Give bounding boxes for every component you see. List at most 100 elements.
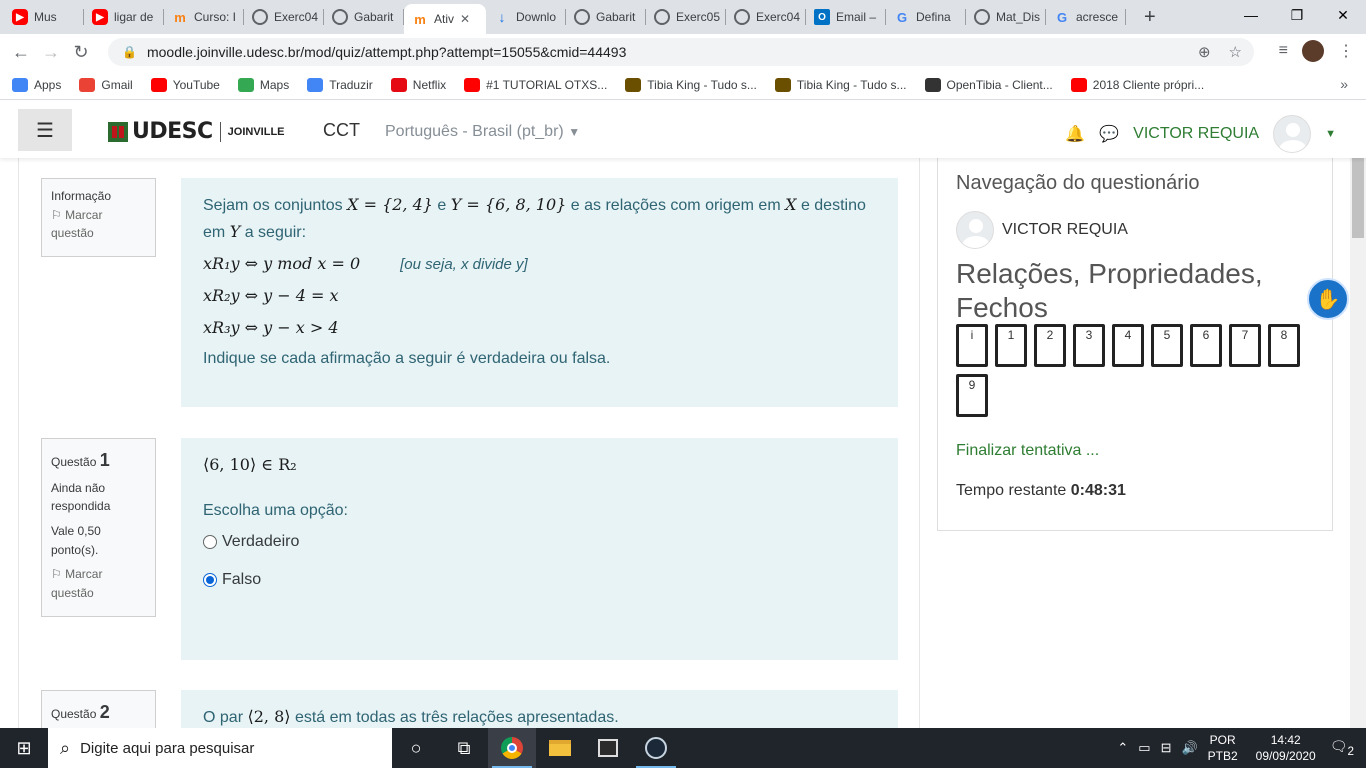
- bookmark-label: OpenTibia - Client...: [946, 77, 1053, 92]
- bookmark-item[interactable]: Tibia King - Tudo s...: [625, 77, 757, 92]
- scrollbar-thumb[interactable]: [1352, 148, 1364, 238]
- bookmark-item[interactable]: Apps: [12, 77, 62, 92]
- quiz-nav-button[interactable]: 5: [1151, 324, 1183, 368]
- browser-tab[interactable]: O Email –: [806, 0, 886, 34]
- lock-icon[interactable]: 🔒: [122, 45, 137, 59]
- bookmark-item[interactable]: YouTube: [150, 77, 220, 92]
- bookmark-item[interactable]: 2018 Cliente própri...: [1070, 77, 1204, 92]
- file-explorer-icon[interactable]: [536, 728, 584, 768]
- bookmark-label: Traduzir: [329, 77, 373, 92]
- quiz-nav-button[interactable]: 7: [1229, 324, 1261, 368]
- battery-icon[interactable]: ▭: [1138, 740, 1150, 756]
- bookmark-item[interactable]: OpenTibia - Client...: [924, 77, 1053, 92]
- notification-icon[interactable]: 🗨2: [1330, 738, 1354, 758]
- input-language[interactable]: POR PTB2: [1208, 732, 1238, 764]
- bookmarks-overflow-icon[interactable]: »: [1340, 76, 1348, 92]
- radio-button[interactable]: [203, 534, 217, 549]
- zoom-icon[interactable]: ⊕: [1198, 43, 1211, 61]
- quiz-nav-button[interactable]: 4: [1112, 324, 1144, 368]
- bookmark-item[interactable]: #1 TUTORIAL OTXS...: [464, 77, 607, 92]
- bookmark-favicon-icon: [774, 77, 791, 92]
- quiz-nav-button[interactable]: 9: [956, 374, 988, 418]
- answer-option-label[interactable]: Falso: [222, 567, 261, 593]
- accessibility-hand-icon[interactable]: ✋: [1307, 278, 1349, 320]
- user-menu-caret-icon[interactable]: ▼: [1325, 128, 1336, 140]
- flag-question-1-link[interactable]: ⚐ Marcar questão: [51, 565, 146, 602]
- finish-attempt-link[interactable]: Finalizar tentativa ...: [956, 442, 1314, 460]
- tab-title: Exerc04: [274, 10, 319, 24]
- question-2-pair: ⟨2, 8⟩: [247, 707, 291, 726]
- quiz-nav-button[interactable]: 8: [1268, 324, 1300, 368]
- user-menu-name[interactable]: VICTOR REQUIA: [1133, 125, 1259, 143]
- windows-start-icon[interactable]: ⊞: [0, 728, 48, 768]
- new-tab-icon[interactable]: +: [1136, 6, 1164, 29]
- steam-icon[interactable]: [632, 728, 680, 768]
- udesc-logo[interactable]: UDESC JOINVILLE: [108, 119, 285, 144]
- bookmark-label: Apps: [34, 77, 62, 92]
- close-window-icon[interactable]: ✕: [1320, 0, 1366, 30]
- browser-tab[interactable]: ▶ Mus: [4, 0, 84, 34]
- caret-down-icon: ▼: [568, 125, 581, 139]
- flag-question-link[interactable]: ⚐ Marcar questão: [51, 206, 146, 243]
- task-view-icon[interactable]: ⧉: [440, 728, 488, 768]
- answer-option-label[interactable]: Verdadeiro: [222, 529, 299, 555]
- radio-button[interactable]: [203, 572, 217, 587]
- maximize-icon[interactable]: ❐: [1274, 0, 1320, 30]
- quiz-nav-button[interactable]: i: [956, 324, 988, 368]
- bookmark-item[interactable]: Maps: [237, 77, 289, 92]
- forward-icon[interactable]: →: [36, 42, 66, 63]
- quiz-nav-button[interactable]: 2: [1034, 324, 1066, 368]
- bookmark-star-icon[interactable]: ☆: [1229, 43, 1242, 61]
- answer-option[interactable]: Falso: [203, 567, 876, 593]
- back-icon[interactable]: ←: [6, 42, 36, 63]
- udesc-mark-icon: [108, 121, 128, 142]
- bookmark-item[interactable]: Tibia King - Tudo s...: [774, 77, 907, 92]
- url-field[interactable]: 🔒 moodle.joinville.udesc.br/mod/quiz/att…: [108, 38, 1254, 66]
- bookmark-item[interactable]: Gmail: [79, 77, 133, 92]
- clock[interactable]: 14:42 09/09/2020: [1256, 732, 1316, 764]
- page-scrollbar[interactable]: [1350, 148, 1366, 728]
- timer-value: 0:48:31: [1070, 482, 1126, 500]
- quiz-nav-button[interactable]: 3: [1073, 324, 1105, 368]
- browser-tab[interactable]: Exerc04: [726, 0, 806, 34]
- volume-icon[interactable]: 🔊: [1181, 740, 1197, 756]
- browser-tab[interactable]: ↓ Downlo: [486, 0, 566, 34]
- bookmarks-bar: Apps Gmail YouTube Maps Traduzir Netflix #1 TU…: [0, 70, 1366, 100]
- tray-chevron-icon[interactable]: ⌃: [1117, 740, 1128, 756]
- cortana-icon[interactable]: ○: [392, 728, 440, 768]
- browser-tab[interactable]: Gacresce: [1046, 0, 1126, 34]
- menu-dots-icon[interactable]: ⋮: [1338, 41, 1354, 61]
- user-avatar[interactable]: [1273, 115, 1312, 153]
- bookmark-item[interactable]: Netflix: [390, 77, 446, 92]
- google-icon: G: [1056, 9, 1068, 25]
- close-tab-icon[interactable]: ✕: [460, 12, 470, 26]
- quiz-nav-buttons: i12345678 9: [956, 324, 1316, 424]
- reload-icon[interactable]: ↻: [66, 42, 96, 63]
- browser-tab[interactable]: m Ativ ✕: [404, 4, 486, 34]
- answer-option[interactable]: Verdadeiro: [203, 529, 876, 555]
- network-icon[interactable]: ⊟: [1161, 740, 1172, 756]
- profile-avatar[interactable]: [1302, 40, 1324, 62]
- question-2-text-a: O par: [203, 709, 244, 726]
- site-name[interactable]: CCT: [323, 120, 360, 141]
- browser-tab[interactable]: Gabarit: [324, 0, 404, 34]
- store-icon[interactable]: [584, 728, 632, 768]
- quiz-nav-button[interactable]: 6: [1190, 324, 1222, 368]
- chat-icon[interactable]: 💬: [1099, 124, 1119, 144]
- language-menu[interactable]: Português - Brasil (pt_br) ▼: [385, 123, 580, 141]
- bell-icon[interactable]: 🔔: [1065, 124, 1085, 144]
- hamburger-menu-button[interactable]: ☰: [18, 109, 72, 151]
- taskbar-search-box[interactable]: ⌕ Digite aqui para pesquisar: [48, 728, 392, 768]
- browser-tab[interactable]: m Curso: I: [164, 0, 244, 34]
- minimize-icon[interactable]: —: [1228, 0, 1274, 30]
- browser-tab[interactable]: Exerc04: [244, 0, 324, 34]
- browser-tab[interactable]: Gabarit: [566, 0, 646, 34]
- quiz-nav-button[interactable]: 1: [995, 324, 1027, 368]
- browser-tab[interactable]: ▶ ligar de: [84, 0, 164, 34]
- browser-tab[interactable]: Mat_Dis: [966, 0, 1046, 34]
- media-icon[interactable]: ≡: [1279, 42, 1288, 60]
- chrome-icon[interactable]: [488, 728, 536, 768]
- browser-tab[interactable]: G Defina: [886, 0, 966, 34]
- browser-tab[interactable]: Exerc05: [646, 0, 726, 34]
- bookmark-item[interactable]: Traduzir: [307, 77, 373, 92]
